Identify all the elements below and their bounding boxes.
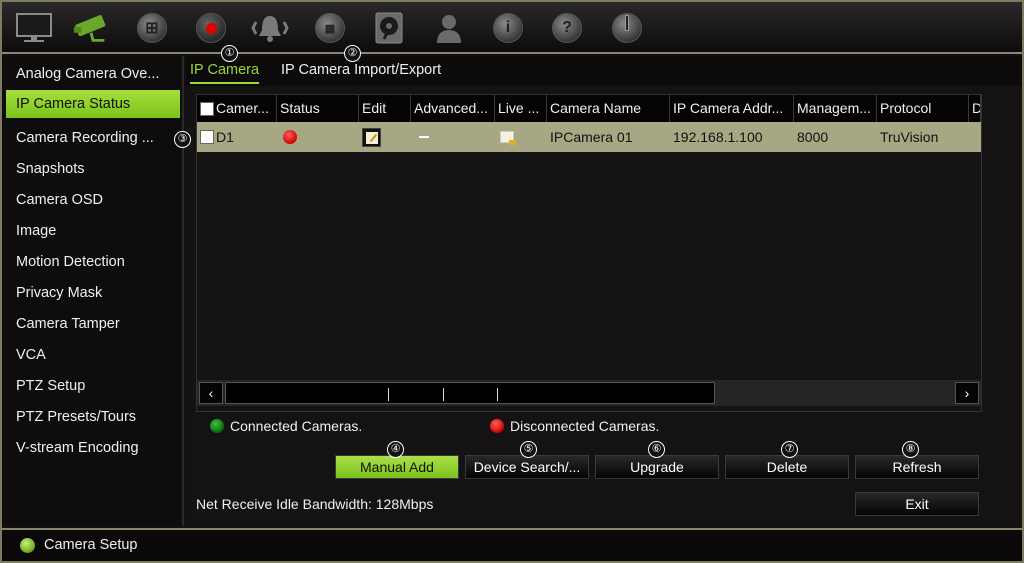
power-icon[interactable]: [607, 10, 647, 46]
table-header: Camer... Status Edit Advanced... Live ..…: [197, 95, 981, 122]
callout-2: ②: [344, 45, 361, 62]
callout-8: ⑧: [902, 441, 919, 458]
edit-icon[interactable]: [362, 127, 381, 147]
device-icon[interactable]: ▦: [310, 10, 350, 46]
advanced-none-icon: [419, 136, 429, 138]
callout-5: ⑤: [520, 441, 537, 458]
callout-4: ④: [387, 441, 404, 458]
sidebar-item-camera-osd[interactable]: Camera OSD: [6, 186, 180, 214]
alarm-icon[interactable]: [250, 10, 290, 46]
ip-camera-table: Camer... Status Edit Advanced... Live ..…: [196, 94, 982, 412]
legend-disconnected: Disconnected Cameras.: [490, 418, 659, 434]
network-icon[interactable]: ⊞: [132, 10, 172, 46]
sidebar-item-vca[interactable]: VCA: [6, 341, 180, 369]
column-camera[interactable]: Camer...: [197, 95, 277, 122]
exit-button[interactable]: Exit: [855, 492, 979, 516]
cell-camera: D1: [197, 122, 277, 152]
sidebar: Analog Camera Ove... IP Camera Status Ca…: [2, 56, 184, 526]
connected-icon: [210, 419, 224, 433]
sidebar-item-camera-tamper[interactable]: Camera Tamper: [6, 310, 180, 338]
device-search-button[interactable]: Device Search/...: [465, 455, 589, 479]
hdd-icon[interactable]: [369, 10, 409, 46]
column-protocol[interactable]: Protocol: [877, 95, 969, 122]
cell-ip-address: 192.168.1.100: [673, 129, 763, 145]
column-ip-address[interactable]: IP Camera Addr...: [670, 95, 794, 122]
monitor-icon[interactable]: [14, 10, 54, 46]
sidebar-item-ptz-setup[interactable]: PTZ Setup: [6, 372, 180, 400]
help-icon[interactable]: ?: [547, 10, 587, 46]
column-edit[interactable]: Edit: [359, 95, 411, 122]
scroll-left-button[interactable]: ‹: [199, 382, 223, 404]
cell-edit: [359, 122, 411, 152]
scroll-thumb[interactable]: [225, 382, 715, 404]
callout-6: ⑥: [648, 441, 665, 458]
cell-protocol: TruVision: [880, 129, 939, 145]
user-icon[interactable]: [429, 10, 469, 46]
sidebar-item-snapshots[interactable]: Snapshots: [6, 155, 180, 183]
disconnected-icon: [490, 419, 504, 433]
column-advanced[interactable]: Advanced...: [411, 95, 495, 122]
sidebar-item-motion-detection[interactable]: Motion Detection: [6, 248, 180, 276]
camera-icon[interactable]: [72, 10, 112, 46]
cell-camera-name: IPCamera 01: [550, 129, 633, 145]
scroll-right-button[interactable]: ›: [955, 382, 979, 404]
column-d[interactable]: D: [969, 95, 981, 122]
thumb-grip: [388, 388, 389, 401]
sidebar-item-v-stream-encoding[interactable]: V-stream Encoding: [6, 434, 180, 462]
table-row[interactable]: D1 IPCamera 01 192.168.1.100 8000 TruVis…: [197, 122, 981, 152]
callout-1: ①: [221, 45, 238, 62]
cell-status: [277, 122, 359, 152]
tab-ip-camera-import-export[interactable]: IP Camera Import/Export: [281, 62, 441, 82]
sidebar-item-analog-camera-overview[interactable]: Analog Camera Ove...: [6, 60, 180, 88]
sidebar-item-camera-recording[interactable]: Camera Recording ...: [6, 124, 180, 152]
live-view-icon[interactable]: [500, 131, 516, 145]
help-status-icon: [20, 538, 35, 553]
info-icon[interactable]: i: [488, 10, 528, 46]
top-toolbar: ⊞ ▦ i ?: [2, 2, 1022, 54]
tab-bar: IP Camera IP Camera Import/Export: [186, 56, 1022, 86]
horizontal-scrollbar[interactable]: ‹ ›: [197, 380, 981, 406]
select-all-checkbox[interactable]: [200, 101, 214, 116]
sidebar-item-privacy-mask[interactable]: Privacy Mask: [6, 279, 180, 307]
status-title: Camera Setup: [44, 537, 138, 553]
cell-management-port: 8000: [797, 129, 829, 145]
column-management-port[interactable]: Managem...: [794, 95, 877, 122]
sidebar-item-ip-camera-status[interactable]: IP Camera Status: [6, 90, 180, 118]
bandwidth-label: Net Receive Idle Bandwidth: 128Mbps: [196, 496, 434, 512]
refresh-button[interactable]: Refresh: [855, 455, 979, 479]
sidebar-item-image[interactable]: Image: [6, 217, 180, 245]
tab-ip-camera[interactable]: IP Camera: [190, 62, 260, 84]
delete-button[interactable]: Delete: [725, 455, 849, 479]
manual-add-button[interactable]: Manual Add: [335, 455, 459, 479]
sidebar-item-ptz-presets-tours[interactable]: PTZ Presets/Tours: [6, 403, 180, 431]
row-checkbox[interactable]: [200, 130, 214, 144]
thumb-grip: [443, 388, 444, 401]
column-status[interactable]: Status: [277, 95, 359, 122]
column-live-view[interactable]: Live ...: [495, 95, 547, 122]
main-panel: IP Camera IP Camera Import/Export Camer.…: [186, 56, 1022, 526]
disconnected-status-icon: [283, 130, 297, 144]
record-icon[interactable]: [191, 10, 231, 46]
cell-advanced: [411, 122, 495, 152]
callout-3: ③: [174, 131, 191, 148]
cell-live-view: [495, 122, 547, 152]
nvr-window: ⊞ ▦ i ? ① ② ③ ④ ⑤ ⑥ ⑦ ⑧ Analog Camera Ov…: [0, 0, 1024, 563]
callout-7: ⑦: [781, 441, 798, 458]
legend-connected: Connected Cameras.: [210, 418, 362, 434]
status-bar: Camera Setup: [2, 528, 1022, 561]
column-camera-name[interactable]: Camera Name: [547, 95, 670, 122]
upgrade-button[interactable]: Upgrade: [595, 455, 719, 479]
thumb-grip: [497, 388, 498, 401]
